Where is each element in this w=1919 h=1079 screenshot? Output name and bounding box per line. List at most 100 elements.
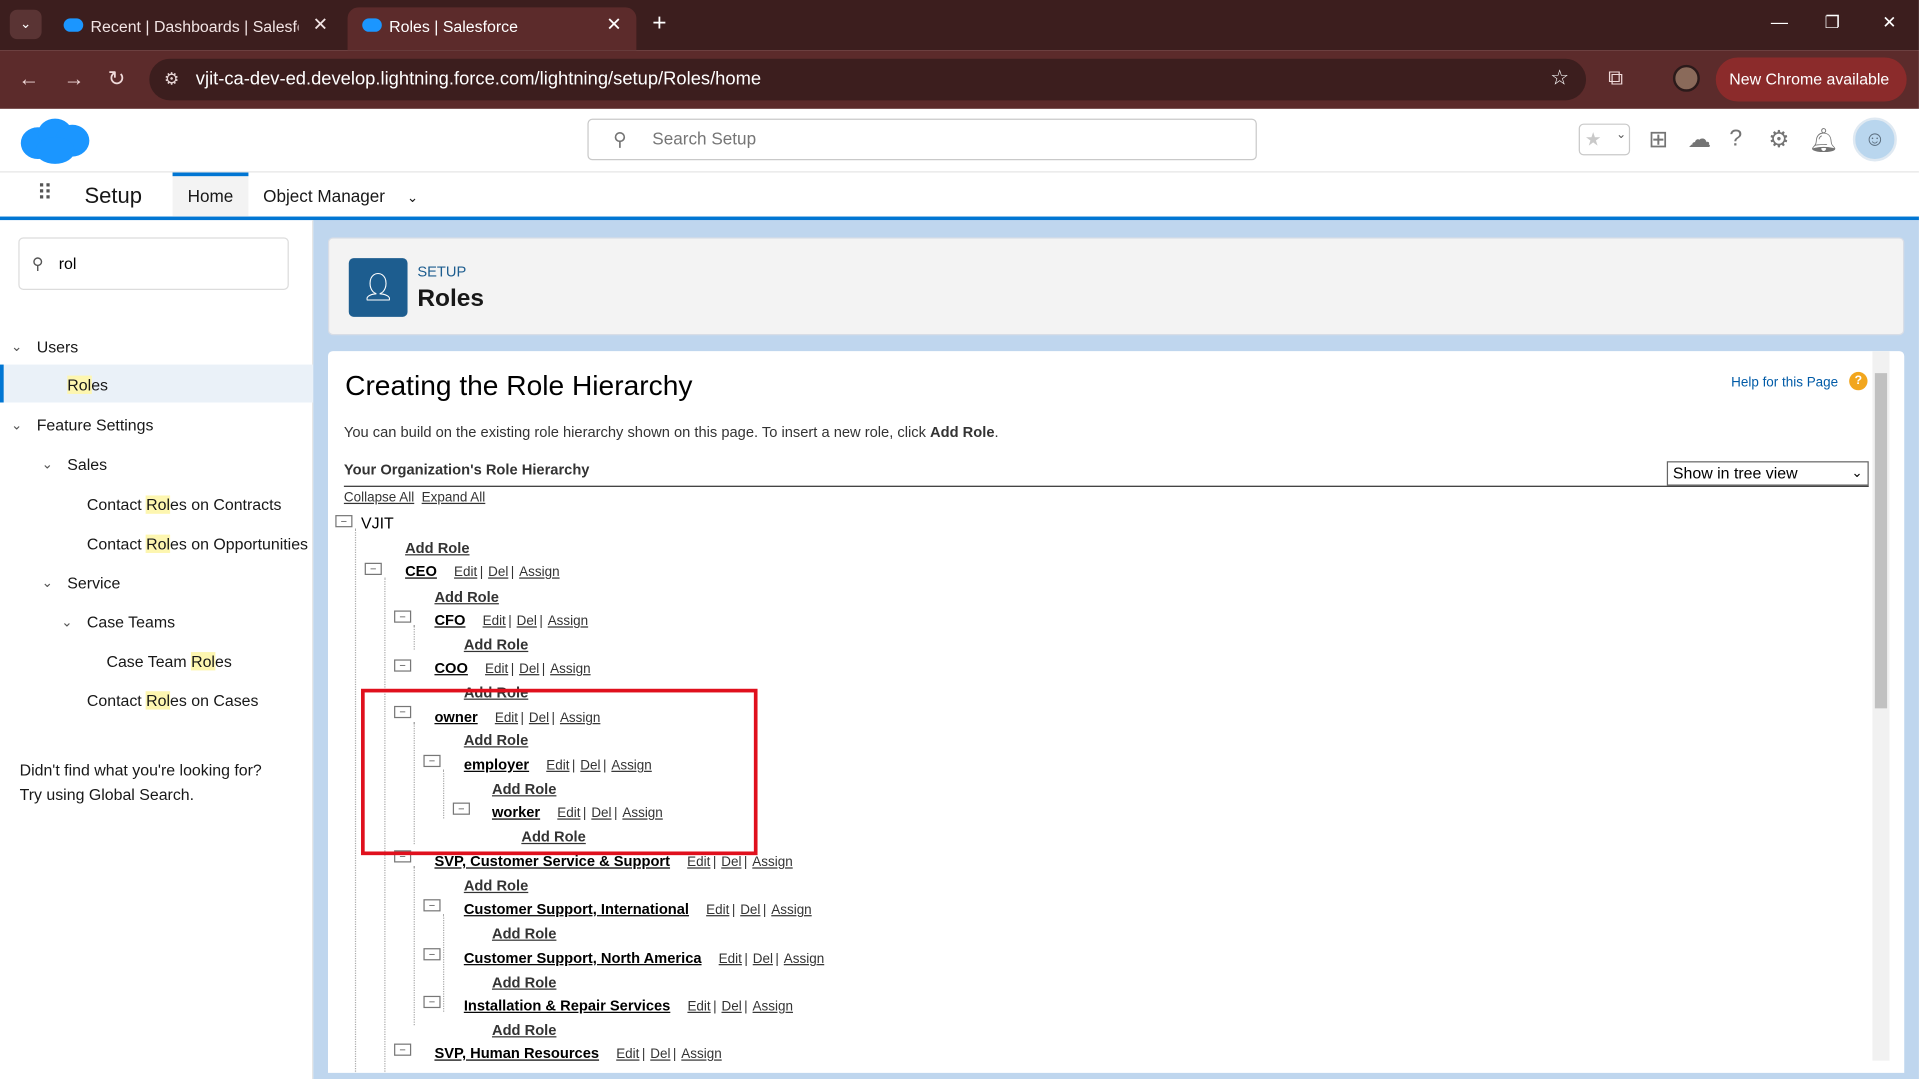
gear-icon[interactable]: ⚙ xyxy=(1768,126,1789,154)
role-link[interactable]: Customer Support, North America xyxy=(464,949,702,966)
add-role-link[interactable]: Add Role xyxy=(492,974,556,991)
back-icon[interactable]: ← xyxy=(18,67,39,91)
collapse-toggle-icon[interactable]: − xyxy=(394,659,412,672)
setup-search[interactable]: ⚲ xyxy=(587,118,1257,161)
salesforce-logo[interactable] xyxy=(18,116,91,165)
chevron-down-icon[interactable]: ⌄ xyxy=(11,339,22,355)
quick-find[interactable]: ⚲ xyxy=(18,237,289,290)
new-chrome-available-button[interactable]: New Chrome available ⋮ xyxy=(1715,57,1907,132)
edit-link[interactable]: Edit xyxy=(687,1000,710,1015)
close-tab-icon[interactable]: ✕ xyxy=(606,13,621,36)
del-link[interactable]: Del xyxy=(517,614,537,629)
del-link[interactable]: Del xyxy=(488,565,508,580)
bookmark-star-icon[interactable]: ☆ xyxy=(1550,66,1569,90)
edit-link[interactable]: Edit xyxy=(485,662,508,677)
role-link[interactable]: COO xyxy=(434,659,467,676)
close-window-icon[interactable]: ✕ xyxy=(1882,12,1896,33)
del-link[interactable]: Del xyxy=(722,1000,742,1015)
add-role-link[interactable]: Add Role xyxy=(434,588,498,605)
chevron-down-icon[interactable]: ⌄ xyxy=(42,575,53,591)
assign-link[interactable]: Assign xyxy=(548,614,588,629)
chevron-down-icon[interactable]: ⌄ xyxy=(42,456,53,473)
sidebar-item-contact-roles-cases[interactable]: Contact Roles on Cases xyxy=(87,691,258,710)
collapse-toggle-icon[interactable]: − xyxy=(394,610,412,623)
add-role-link[interactable]: Add Role xyxy=(464,636,528,653)
del-link[interactable]: Del xyxy=(721,855,741,870)
profile-avatar[interactable] xyxy=(1672,64,1700,92)
del-link[interactable]: Del xyxy=(650,1047,670,1062)
chevron-down-icon[interactable]: ⌄ xyxy=(61,614,72,630)
minimize-icon[interactable]: — xyxy=(1771,12,1788,32)
quick-find-input[interactable] xyxy=(58,254,280,273)
collapse-toggle-icon[interactable]: − xyxy=(423,948,441,961)
reload-icon[interactable]: ↻ xyxy=(108,67,125,91)
chevron-down-icon[interactable]: ⌄ xyxy=(1616,128,1626,141)
app-launcher-icon[interactable]: ⠿ xyxy=(37,181,53,207)
site-info-icon[interactable]: ⚙ xyxy=(164,69,179,90)
edit-link[interactable]: Edit xyxy=(483,614,506,629)
sidebar-item-users[interactable]: Users xyxy=(37,338,79,356)
sidebar-item-service[interactable]: Service xyxy=(67,574,120,592)
role-link[interactable]: Installation & Repair Services xyxy=(464,997,670,1014)
role-link[interactable]: CFO xyxy=(434,612,465,629)
search-input[interactable] xyxy=(652,128,1216,149)
collapse-toggle-icon[interactable]: − xyxy=(364,562,382,575)
browser-tab-roles[interactable]: Roles | Salesforce ✕ xyxy=(347,7,637,51)
sidebar-item-roles[interactable]: Roles xyxy=(67,375,108,394)
expand-all-link[interactable]: Expand All xyxy=(422,491,486,506)
user-avatar[interactable]: ☺ xyxy=(1852,117,1897,162)
collapse-toggle-icon[interactable]: − xyxy=(423,995,441,1009)
del-link[interactable]: Del xyxy=(753,952,773,967)
new-tab-icon[interactable]: + xyxy=(652,10,666,38)
view-select[interactable]: Show in tree view ⌄ xyxy=(1666,461,1869,486)
edit-link[interactable]: Edit xyxy=(454,565,477,580)
omnibox[interactable]: ⚙ vjit-ca-dev-ed.develop.lightning.force… xyxy=(149,58,1587,101)
collapse-all-link[interactable]: Collapse All xyxy=(344,491,414,506)
tab-object-manager[interactable]: Object Manager ⌄ xyxy=(263,172,418,216)
edit-link[interactable]: Edit xyxy=(719,952,742,967)
assign-link[interactable]: Assign xyxy=(550,662,590,677)
extensions-icon[interactable]: ⧉ xyxy=(1608,66,1623,90)
sidebar-item-contact-roles-opportunities[interactable]: Contact Roles on Opportunities xyxy=(87,534,308,553)
add-role-link[interactable]: Add Role xyxy=(492,1022,556,1039)
collapse-toggle-icon[interactable]: − xyxy=(394,1043,412,1056)
add-role-link[interactable]: Add Role xyxy=(405,540,469,557)
forward-icon[interactable]: → xyxy=(64,67,85,91)
assign-link[interactable]: Assign xyxy=(681,1047,721,1062)
chevron-down-icon[interactable]: ⌄ xyxy=(11,417,22,433)
role-link[interactable]: CEO xyxy=(405,563,437,580)
collapse-toggle-icon[interactable]: − xyxy=(335,515,353,528)
scrollbar-thumb[interactable] xyxy=(1874,373,1888,709)
sidebar-item-sales[interactable]: Sales xyxy=(67,455,107,473)
url-text[interactable]: vjit-ca-dev-ed.develop.lightning.force.c… xyxy=(196,69,761,90)
help-icon[interactable]: ? xyxy=(1849,371,1868,391)
chevron-down-icon[interactable]: ⌄ xyxy=(407,191,418,206)
edit-link[interactable]: Edit xyxy=(616,1047,639,1062)
role-link[interactable]: SVP, Customer Service & Support xyxy=(434,853,670,870)
assign-link[interactable]: Assign xyxy=(771,903,811,918)
assign-link[interactable]: Assign xyxy=(752,855,792,870)
help-icon[interactable]: ? xyxy=(1729,126,1742,153)
sidebar-item-feature-settings[interactable]: Feature Settings xyxy=(37,416,154,434)
assign-link[interactable]: Assign xyxy=(753,1000,793,1015)
add-role-link[interactable]: Add Role xyxy=(464,877,528,894)
role-link[interactable]: Customer Support, International xyxy=(464,900,689,917)
sidebar-item-contact-roles-contracts[interactable]: Contact Roles on Contracts xyxy=(87,495,281,514)
collapse-toggle-icon[interactable]: − xyxy=(423,899,441,912)
favorites-button[interactable]: ★ ⌄ xyxy=(1578,123,1631,156)
edit-link[interactable]: Edit xyxy=(687,855,710,870)
help-link[interactable]: Help for this Page xyxy=(1731,376,1838,391)
global-actions-icon[interactable]: ⊞ xyxy=(1648,126,1667,154)
tab-home[interactable]: Home xyxy=(172,172,249,217)
close-tab-icon[interactable]: ✕ xyxy=(313,13,328,36)
sidebar-item-case-team-roles[interactable]: Case Team Roles xyxy=(106,652,232,671)
del-link[interactable]: Del xyxy=(740,903,760,918)
notifications-bell-icon[interactable]: 🔔︎ xyxy=(1809,126,1839,155)
assign-link[interactable]: Assign xyxy=(519,565,559,580)
browser-tab-dashboards[interactable]: Recent | Dashboards | Salesforce ✕ xyxy=(49,7,343,50)
trailhead-icon[interactable]: ☁ xyxy=(1688,126,1711,154)
edit-link[interactable]: Edit xyxy=(706,903,729,918)
content-scrollbar[interactable] xyxy=(1872,351,1890,1061)
role-link[interactable]: SVP, Human Resources xyxy=(434,1045,599,1062)
sidebar-item-case-teams[interactable]: Case Teams xyxy=(87,613,175,631)
